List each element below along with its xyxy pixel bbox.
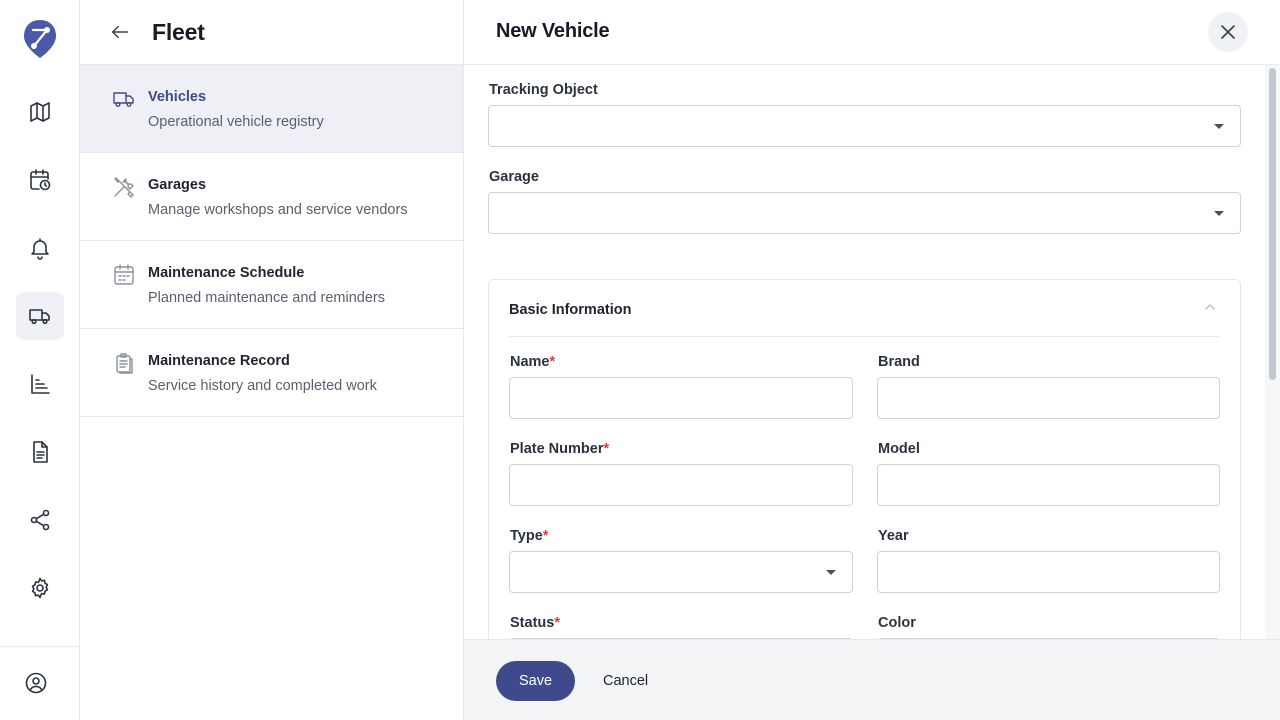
- card-divider: [509, 336, 1220, 337]
- bar-chart-icon: [31, 374, 50, 394]
- drawer-footer: Save Cancel: [464, 639, 1280, 720]
- brand-field[interactable]: [877, 377, 1220, 419]
- nav-item-maintenance-record[interactable]: Maintenance Record Service history and c…: [80, 329, 463, 417]
- panel-title: Fleet: [152, 18, 205, 45]
- nav-item-vehicles[interactable]: Vehicles Operational vehicle registry: [80, 65, 463, 153]
- type-select[interactable]: [509, 551, 853, 593]
- nav-item-title: Vehicles: [148, 89, 207, 105]
- tools-icon: [112, 175, 136, 199]
- status-label: Status*: [510, 615, 560, 631]
- name-field[interactable]: [509, 377, 853, 419]
- rail-fleet-button[interactable]: [16, 292, 64, 340]
- rail-schedule-button[interactable]: [16, 156, 64, 204]
- required-mark: *: [554, 615, 560, 631]
- tracking-object-select[interactable]: [488, 105, 1241, 147]
- type-label: Type*: [510, 528, 549, 544]
- garage-label: Garage: [489, 169, 539, 185]
- tracking-object-label: Tracking Object: [489, 82, 598, 98]
- scrollbar-thumb[interactable]: [1269, 68, 1276, 380]
- gear-icon: [31, 577, 49, 599]
- year-field[interactable]: [877, 551, 1220, 593]
- rail-reports-button[interactable]: [16, 360, 64, 408]
- vertical-scrollbar[interactable]: [1265, 65, 1280, 639]
- nav-item-maintenance-schedule[interactable]: Maintenance Schedule Planned maintenance…: [80, 241, 463, 329]
- share-icon: [30, 509, 50, 531]
- document-icon: [33, 441, 48, 463]
- form-scroll-area[interactable]: Tracking Object Garage Basic Information…: [464, 65, 1280, 639]
- required-mark: *: [603, 441, 610, 457]
- close-icon: [1221, 25, 1235, 39]
- nav-item-title: Maintenance Record: [148, 353, 290, 369]
- color-label: Color: [878, 615, 916, 631]
- rail-settings-button[interactable]: [16, 564, 64, 612]
- new-vehicle-drawer: New Vehicle Tracking Object Garage Basic…: [464, 0, 1280, 720]
- arrow-left-icon: [111, 25, 129, 39]
- plate-number-input[interactable]: [510, 465, 852, 505]
- caret-down-icon: [1214, 124, 1224, 129]
- model-label: Model: [878, 441, 920, 457]
- bell-icon: [31, 238, 49, 260]
- nav-item-garages[interactable]: Garages Manage workshops and service ven…: [80, 153, 463, 241]
- chevron-up-icon: [1205, 304, 1215, 310]
- calendar-clock-icon: [30, 169, 51, 191]
- back-button[interactable]: [108, 20, 132, 44]
- rail-documents-button[interactable]: [16, 428, 64, 476]
- rail-profile-button[interactable]: [12, 659, 60, 707]
- garage-select[interactable]: [488, 192, 1241, 234]
- tracking-object-input[interactable]: [489, 106, 1240, 146]
- brand-input[interactable]: [878, 378, 1219, 418]
- close-button[interactable]: [1208, 12, 1248, 52]
- plate-number-field[interactable]: [509, 464, 853, 506]
- calendar-icon: [112, 263, 136, 287]
- clipboard-icon: [112, 351, 136, 375]
- route-pin-logo[interactable]: [22, 18, 58, 60]
- nav-item-subtitle: Operational vehicle registry: [148, 114, 324, 130]
- rail-divider: [0, 646, 79, 647]
- type-input[interactable]: [510, 552, 852, 592]
- model-input[interactable]: [878, 465, 1219, 505]
- name-input[interactable]: [510, 378, 852, 418]
- basic-information-title: Basic Information: [509, 302, 632, 318]
- required-mark: *: [549, 354, 556, 370]
- cancel-button[interactable]: Cancel: [590, 661, 661, 701]
- collapse-toggle[interactable]: [1203, 300, 1219, 316]
- nav-item-subtitle: Planned maintenance and reminders: [148, 290, 385, 306]
- panel-header: Fleet: [80, 0, 463, 65]
- truck-icon: [29, 309, 50, 325]
- map-icon: [30, 102, 50, 122]
- truck-icon: [112, 87, 136, 111]
- caret-down-icon: [1214, 211, 1224, 216]
- user-circle-icon: [25, 672, 47, 694]
- icon-rail: [0, 0, 80, 720]
- nav-item-subtitle: Manage workshops and service vendors: [148, 202, 408, 218]
- brand-label: Brand: [878, 354, 920, 370]
- caret-down-icon: [826, 570, 836, 575]
- drawer-title: New Vehicle: [496, 20, 610, 42]
- required-mark: *: [542, 528, 549, 544]
- model-field[interactable]: [877, 464, 1220, 506]
- year-input[interactable]: [878, 552, 1219, 592]
- year-label: Year: [878, 528, 909, 544]
- drawer-header: New Vehicle: [464, 0, 1280, 65]
- rail-map-button[interactable]: [16, 88, 64, 136]
- nav-item-subtitle: Service history and completed work: [148, 378, 377, 394]
- name-label: Name*: [510, 354, 556, 370]
- plate-number-label: Plate Number*: [510, 441, 610, 457]
- fleet-panel: Fleet Vehicles Operational vehicle regis…: [80, 0, 464, 720]
- garage-input[interactable]: [489, 193, 1240, 233]
- nav-item-title: Garages: [148, 177, 207, 193]
- nav-item-title: Maintenance Schedule: [148, 265, 305, 281]
- rail-share-button[interactable]: [16, 496, 64, 544]
- save-button[interactable]: Save: [496, 661, 575, 701]
- basic-information-card: Basic Information Name* Brand Plate Numb…: [488, 279, 1241, 639]
- rail-notifications-button[interactable]: [16, 224, 64, 272]
